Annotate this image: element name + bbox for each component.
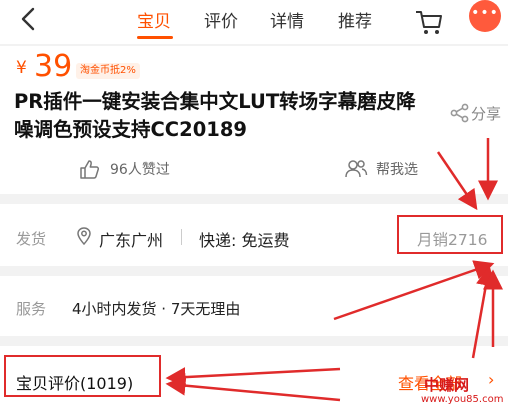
- tab-recommend[interactable]: 推荐: [338, 7, 372, 32]
- cart-icon[interactable]: [414, 8, 444, 36]
- likes-count[interactable]: 96人赞过: [110, 159, 170, 179]
- currency-symbol: ¥: [16, 58, 27, 78]
- delivery-fee: 快递: 免运费: [199, 231, 290, 250]
- annotation-box-reviews: [4, 355, 161, 397]
- coin-discount-badge: 淘金币抵2%: [76, 63, 140, 79]
- product-title: PR插件一键安装合集中文LUT转场字幕磨皮降噪调色预设支持CC20189: [14, 90, 416, 141]
- chevron-right-icon[interactable]: ›: [488, 370, 494, 389]
- location-pin-icon: [77, 227, 91, 245]
- more-menu-button[interactable]: •••: [469, 0, 501, 32]
- back-arrow-icon[interactable]: [16, 6, 42, 32]
- tab-details[interactable]: 详情: [270, 7, 304, 32]
- ship-from-location: 广东广州: [99, 231, 164, 250]
- divider: [181, 229, 182, 245]
- service-promise: 4小时内发货 · 7天无理由: [72, 300, 241, 318]
- shipping-label: 发货: [16, 230, 47, 248]
- active-tab-indicator: [137, 36, 173, 39]
- watermark-url: www.you85.com: [421, 394, 504, 405]
- tab-reviews[interactable]: 评价: [204, 7, 238, 32]
- share-button[interactable]: 分享: [471, 103, 501, 124]
- watermark-logo: 中赚网: [424, 376, 470, 394]
- share-icon[interactable]: [449, 102, 471, 124]
- service-label: 服务: [16, 300, 47, 318]
- annotation-box-monthly-sales: [397, 215, 503, 254]
- help-choose-icon[interactable]: [344, 159, 368, 179]
- help-choose-button[interactable]: 帮我选: [376, 159, 418, 179]
- price: 39: [34, 49, 73, 84]
- tab-item[interactable]: 宝贝: [137, 7, 171, 32]
- thumbs-up-icon[interactable]: [78, 158, 100, 180]
